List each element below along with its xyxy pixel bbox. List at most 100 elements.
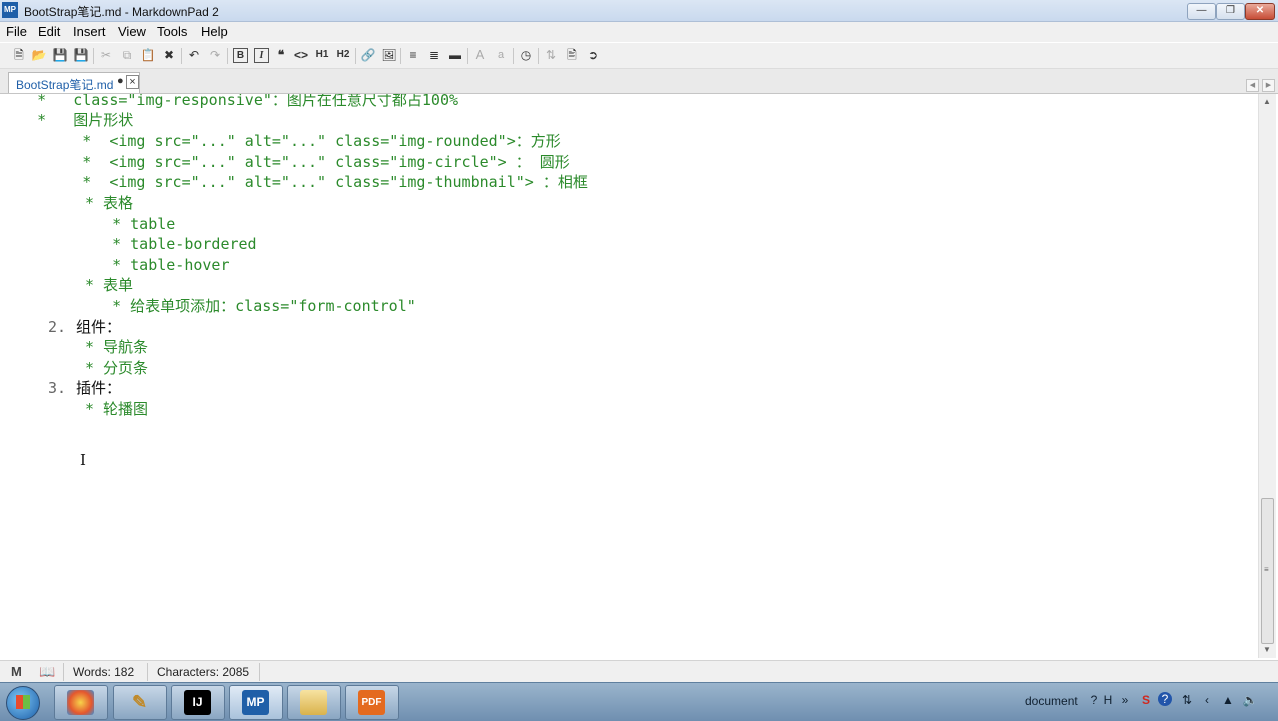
preview-icon[interactable]: 🖹 <box>563 46 581 64</box>
tab-scroll-right-icon[interactable]: ▶ <box>1262 79 1275 92</box>
toolbar-divider <box>467 48 468 64</box>
editor-line: * 分页条 <box>85 359 149 377</box>
markdown-mode-icon[interactable]: M <box>11 664 22 679</box>
vertical-scrollbar[interactable]: ▲ ≡ ▼ <box>1258 94 1276 658</box>
tab-scroll-left-icon[interactable]: ◀ <box>1246 79 1259 92</box>
font-smaller-button[interactable]: a <box>492 46 510 64</box>
toolbar-divider <box>93 48 94 64</box>
tab-strip: BootStrap笔记.md ● × ◀ ▶ <box>0 69 1278 94</box>
editor-line: * 导航条 <box>85 338 149 356</box>
editor-line: * <img src="..." alt="..." class="img-ci… <box>10 153 570 171</box>
intellij-icon: IJ <box>184 690 211 715</box>
editor-line: * 表单 <box>85 276 134 294</box>
taskbar-app-pdf[interactable]: PDF <box>345 685 399 720</box>
export-icon[interactable]: ➲ <box>584 46 602 64</box>
pencil-icon: ✎ <box>131 692 148 712</box>
link-icon[interactable]: 🔗 <box>359 46 377 64</box>
tray-expand-icon[interactable]: » <box>1117 692 1133 708</box>
numbered-list-icon[interactable]: ≣ <box>425 46 443 64</box>
bullet-list-icon[interactable]: ≡ <box>404 46 422 64</box>
editor-line: * <img src="..." alt="..." class="img-ro… <box>10 132 561 150</box>
cut-icon[interactable]: ✂ <box>97 46 115 64</box>
toolbar-divider <box>227 48 228 64</box>
paste-icon[interactable]: 📋 <box>139 46 157 64</box>
heading2-button[interactable]: H2 <box>333 46 353 64</box>
markdown-editor[interactable]: * class="img-responsive"：图片在任意尺寸都占100% *… <box>6 94 1257 658</box>
delete-icon[interactable]: ✖ <box>160 46 178 64</box>
toolbar-divider <box>538 48 539 64</box>
taskbar-app-explorer[interactable] <box>287 685 341 720</box>
code-button[interactable]: <> <box>292 46 310 64</box>
word-count: Words: 182 <box>73 665 135 679</box>
scroll-down-icon[interactable]: ▼ <box>1263 645 1271 654</box>
horizontal-rule-icon[interactable]: ▬ <box>446 46 464 64</box>
editor-line: * table-bordered <box>85 235 257 253</box>
window-title: BootStrap笔记.md - MarkdownPad 2 <box>24 5 219 19</box>
sync-scroll-icon[interactable]: ⇅ <box>542 46 560 64</box>
taskbar-app-editor[interactable]: ✎ <box>113 685 167 720</box>
network-icon[interactable]: ⇅ <box>1179 692 1195 708</box>
save-icon[interactable]: 💾 <box>51 46 69 64</box>
tray-document-label: document <box>1025 694 1078 708</box>
taskbar-app-browser[interactable] <box>54 685 108 720</box>
windows-logo-icon <box>16 695 30 709</box>
title-bar: MP BootStrap笔记.md - MarkdownPad 2 — ❐ ✕ <box>0 0 1278 22</box>
taskbar-app-markdownpad[interactable]: MP <box>229 685 283 720</box>
character-count: Characters: 2085 <box>157 665 250 679</box>
bold-button[interactable]: B <box>233 48 248 63</box>
menu-insert[interactable]: Insert <box>73 24 106 39</box>
browser-icon <box>67 690 94 715</box>
copy-icon[interactable]: ⧉ <box>118 46 136 64</box>
italic-button[interactable]: I <box>254 48 269 63</box>
new-file-icon[interactable]: 🗎 <box>10 46 28 64</box>
scrollbar-thumb[interactable]: ≡ <box>1261 498 1274 644</box>
editor-line: * <img src="..." alt="..." class="img-th… <box>10 173 588 191</box>
editor-line: * 轮播图 <box>85 400 149 418</box>
menu-view[interactable]: View <box>118 24 146 39</box>
menu-edit[interactable]: Edit <box>38 24 60 39</box>
minimize-button[interactable]: — <box>1187 3 1216 20</box>
scroll-up-icon[interactable]: ▲ <box>1263 97 1271 106</box>
maximize-button[interactable]: ❐ <box>1216 3 1245 20</box>
start-button[interactable] <box>6 686 40 720</box>
scroll-grip-icon: ≡ <box>1264 565 1269 574</box>
status-divider <box>147 663 148 681</box>
font-larger-button[interactable]: A <box>471 46 489 64</box>
toolbar-divider <box>181 48 182 64</box>
editor-line: * class="img-responsive"：图片在任意尺寸都占100% <box>10 94 459 109</box>
markdownpad-icon: MP <box>2 2 18 18</box>
redo-icon[interactable]: ↷ <box>206 46 224 64</box>
quote-button[interactable]: ❝ <box>272 46 290 64</box>
menu-file[interactable]: File <box>6 24 27 39</box>
tray-chevron-icon[interactable]: ‹ <box>1199 692 1215 708</box>
document-tab[interactable]: BootStrap笔记.md ● × <box>8 72 140 93</box>
save-all-icon[interactable]: 💾 <box>72 46 90 64</box>
help-circle-icon[interactable]: ? <box>1158 692 1172 706</box>
status-divider <box>63 663 64 681</box>
ime-indicator[interactable]: H <box>1100 692 1116 708</box>
book-icon[interactable]: 📖 <box>39 664 55 680</box>
editor-heading-line: 组件： <box>76 318 122 336</box>
heading1-button[interactable]: H1 <box>312 46 332 64</box>
editor-line: * table-hover <box>85 256 230 274</box>
taskbar-app-intellij[interactable]: IJ <box>171 685 225 720</box>
menu-bar: File Edit Insert View Tools Help <box>0 22 1278 42</box>
toolbar-divider <box>513 48 514 64</box>
menu-help[interactable]: Help <box>201 24 228 39</box>
sogou-icon[interactable]: S <box>1138 692 1154 708</box>
timestamp-icon[interactable]: ◷ <box>517 46 535 64</box>
close-button[interactable]: ✕ <box>1245 3 1275 20</box>
volume-icon[interactable]: 🔈 <box>1242 692 1258 708</box>
undo-icon[interactable]: ↶ <box>185 46 203 64</box>
image-icon[interactable]: 🖼 <box>380 46 398 64</box>
folder-icon <box>300 690 327 715</box>
notification-icon[interactable]: ▲ <box>1220 692 1236 708</box>
editor-line: * 表格 <box>85 194 134 212</box>
editor-line: * table <box>85 215 176 233</box>
close-tab-icon[interactable]: × <box>126 75 139 89</box>
menu-tools[interactable]: Tools <box>157 24 187 39</box>
modified-indicator: ● <box>117 75 124 87</box>
markdownpad-icon: MP <box>242 690 269 715</box>
open-folder-icon[interactable]: 📂 <box>30 46 48 64</box>
toolbar-divider <box>400 48 401 64</box>
